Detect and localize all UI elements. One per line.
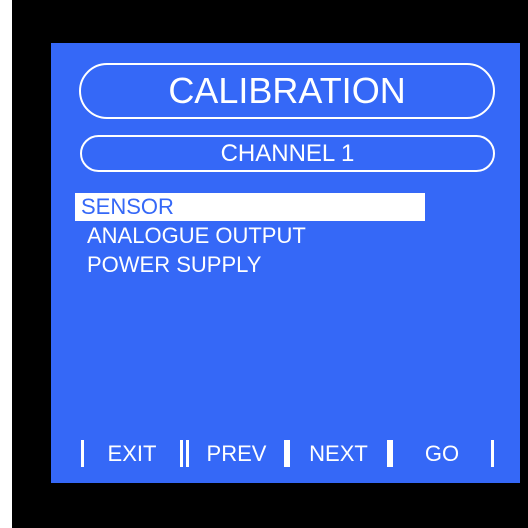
softkey-bar: EXIT PREV NEXT GO (81, 440, 494, 467)
next-button[interactable]: NEXT (287, 440, 390, 467)
go-button[interactable]: GO (390, 440, 494, 467)
calibration-menu: SENSOR ANALOGUE OUTPUT POWER SUPPLY (75, 193, 425, 280)
menu-item-power-supply[interactable]: POWER SUPPLY (75, 250, 425, 280)
prev-button[interactable]: PREV (186, 440, 287, 467)
display-screen: CALIBRATION CHANNEL 1 SENSOR ANALOGUE OU… (51, 43, 520, 483)
exit-button[interactable]: EXIT (81, 440, 183, 467)
screen-title: CALIBRATION (79, 63, 495, 119)
menu-item-sensor[interactable]: SENSOR (75, 193, 425, 221)
device-frame: CALIBRATION CHANNEL 1 SENSOR ANALOGUE OU… (12, 0, 528, 528)
channel-label: CHANNEL 1 (80, 135, 495, 172)
menu-item-analogue-output[interactable]: ANALOGUE OUTPUT (75, 221, 425, 250)
